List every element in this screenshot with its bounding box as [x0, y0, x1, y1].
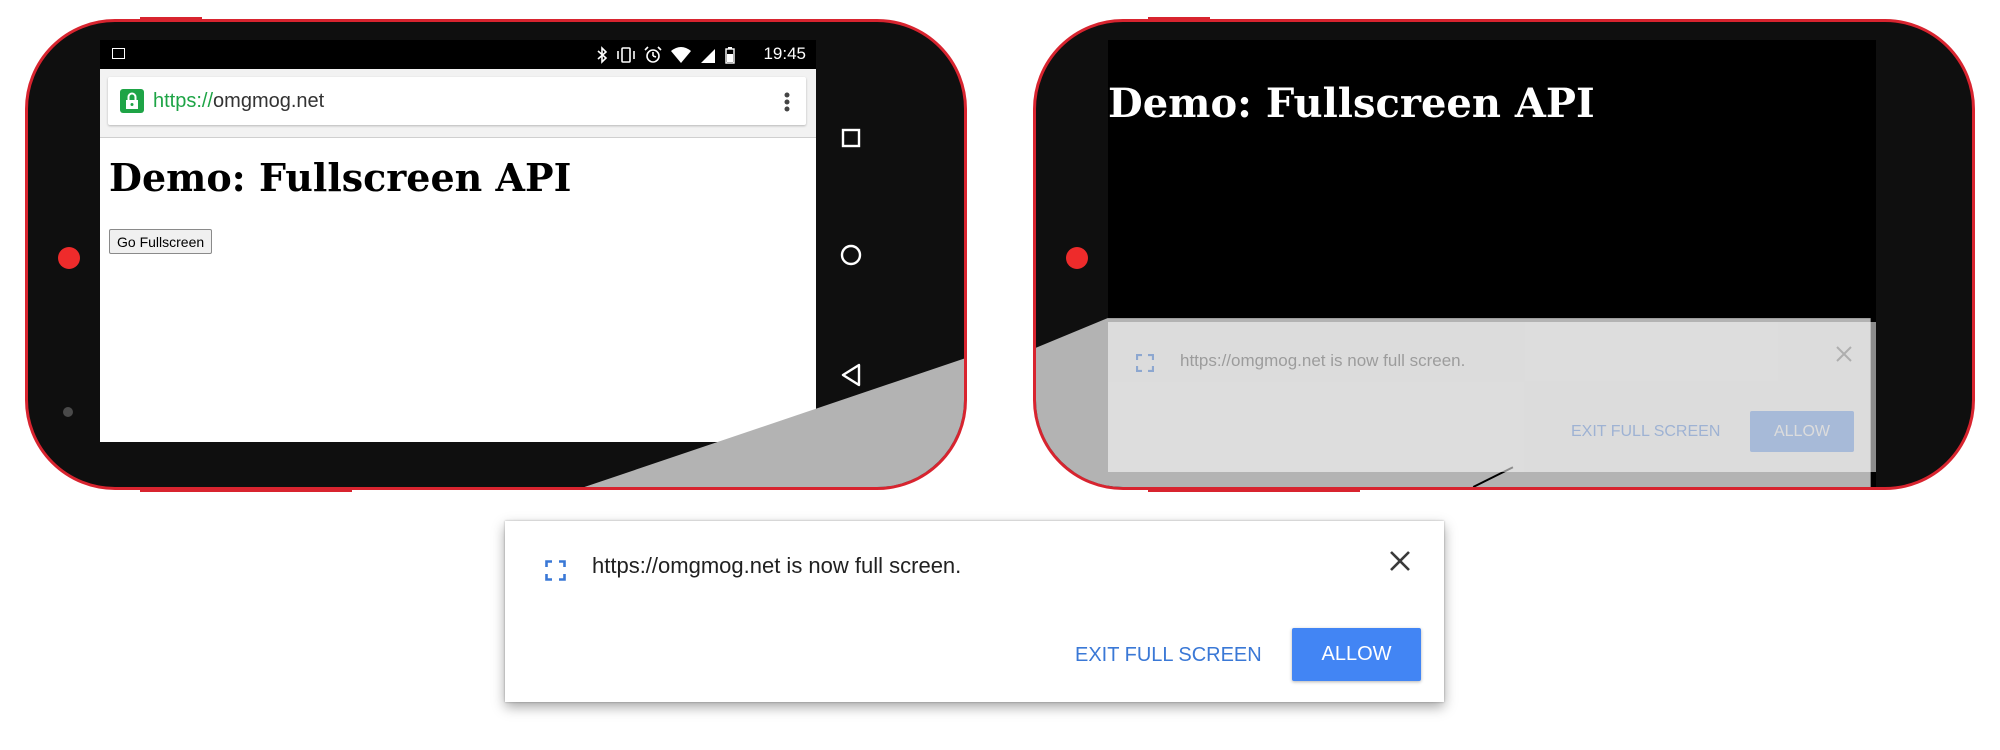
overflow-menu-icon[interactable] [784, 91, 790, 113]
url-bar[interactable]: https://omgmog.net [108, 77, 806, 125]
browser-screen: 19:45 https://omgmog.net Demo: Fullscree… [100, 40, 816, 442]
status-bar: 19:45 [100, 40, 816, 69]
bluetooth-icon [597, 46, 608, 64]
url-text[interactable]: https://omgmog.net [153, 90, 324, 113]
camera-dot [58, 247, 80, 269]
navigation-bar [840, 128, 862, 387]
volume-button [140, 17, 202, 21]
allow-button[interactable]: ALLOW [1292, 628, 1421, 681]
image-icon [112, 48, 125, 59]
left-phone: 19:45 https://omgmog.net Demo: Fullscree… [25, 19, 967, 490]
go-fullscreen-button[interactable]: Go Fullscreen [109, 229, 213, 254]
sensor-dot [63, 407, 73, 417]
status-icons [596, 45, 736, 65]
wifi-icon [671, 47, 691, 63]
back-icon[interactable] [841, 363, 861, 387]
volume-button [1148, 17, 1210, 21]
close-icon[interactable] [1835, 345, 1853, 363]
exit-fullscreen-button[interactable]: EXIT FULL SCREEN [1571, 421, 1720, 443]
close-icon[interactable] [1389, 550, 1411, 572]
url-host: omgmog.net [213, 90, 325, 112]
fullscreen-dialog: https://omgmog.net is now full screen. E… [505, 521, 1444, 702]
fullscreen-prompt: https://omgmog.net is now full screen. E… [1108, 322, 1876, 472]
fullscreen-icon [1136, 354, 1154, 372]
recents-icon[interactable] [841, 128, 861, 148]
battery-icon [725, 47, 735, 64]
page-title: Demo: Fullscreen API [1108, 80, 1595, 127]
page-title: Demo: Fullscreen API [109, 155, 572, 200]
fullscreen-icon [545, 560, 566, 581]
vibrate-icon [617, 47, 635, 63]
sensor-dot [1071, 407, 1081, 417]
prompt-message: https://omgmog.net is now full screen. [1180, 351, 1466, 370]
side-button [140, 488, 352, 492]
signal-icon [701, 49, 715, 63]
url-scheme: https:// [153, 90, 214, 112]
camera-dot [1066, 247, 1088, 269]
home-icon[interactable] [840, 244, 862, 266]
right-phone: Demo: Fullscreen API https://omgmog.net … [1033, 19, 1975, 490]
exit-fullscreen-button[interactable]: EXIT FULL SCREEN [1075, 641, 1262, 669]
allow-button[interactable]: ALLOW [1750, 411, 1854, 452]
lock-icon[interactable] [120, 89, 144, 113]
status-time: 19:45 [763, 44, 806, 63]
alarm-icon [644, 46, 662, 63]
dialog-message: https://omgmog.net is now full screen. [592, 553, 962, 578]
toolbar: https://omgmog.net [100, 69, 816, 138]
side-button [1148, 488, 1360, 492]
